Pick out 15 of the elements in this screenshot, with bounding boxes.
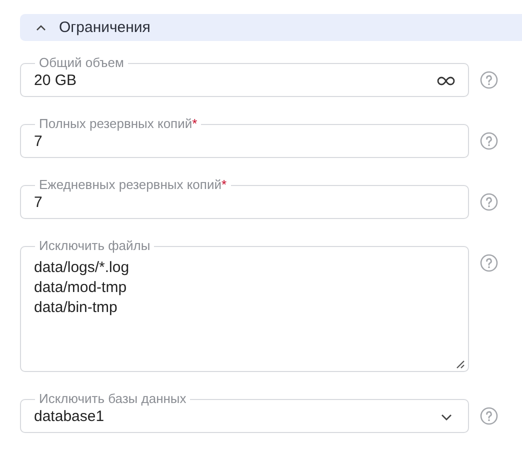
input-field[interactable]: Общий объем 20 GB <box>20 55 469 97</box>
section-header[interactable]: Ограничения <box>20 14 522 41</box>
help-icon[interactable] <box>480 407 498 425</box>
help-icon[interactable] <box>480 71 498 89</box>
select-field[interactable]: Исключить базы данных database1 <box>20 391 469 433</box>
resize-handle-icon[interactable] <box>456 360 465 369</box>
input-field[interactable]: Ежедневных резервных копий* 7 <box>20 177 469 219</box>
infinity-icon[interactable] <box>437 76 455 86</box>
help-icon[interactable] <box>480 254 498 272</box>
chevron-icon <box>36 24 46 30</box>
input-field[interactable]: Полных резервных копий* 7 <box>20 116 469 158</box>
help-icon[interactable] <box>480 132 498 150</box>
text-area[interactable]: Исключить файлы data/logs/*.log data/mod-tmp data/bin-tmp <box>20 238 469 372</box>
chevron-down-icon <box>441 414 452 420</box>
help-icon[interactable] <box>480 193 498 211</box>
